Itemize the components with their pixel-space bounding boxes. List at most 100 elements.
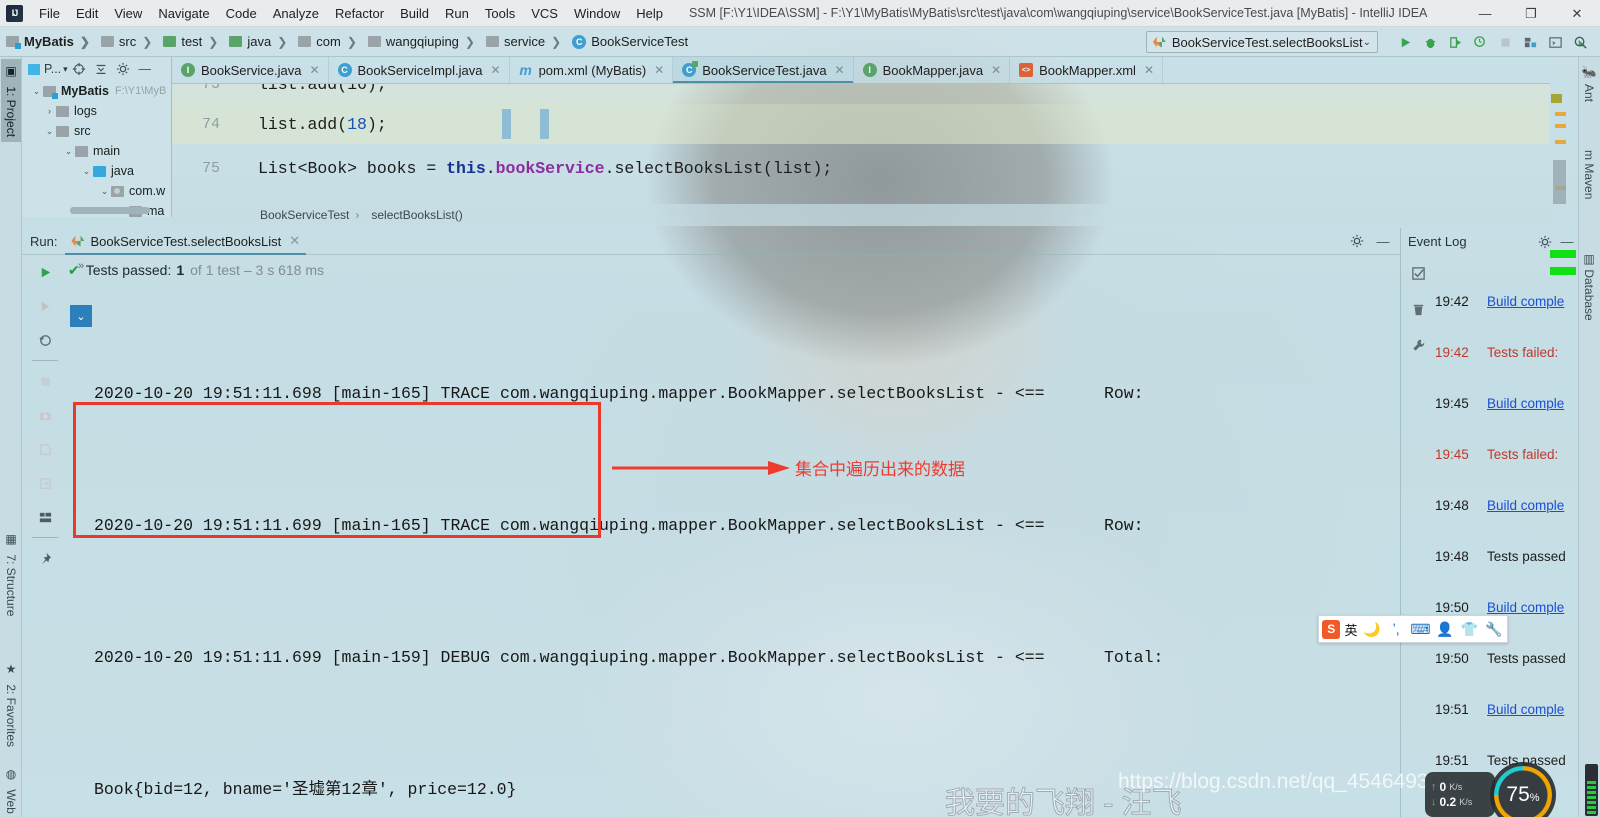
keyboard-icon[interactable]: ⌨ [1410,619,1430,640]
minimize-button[interactable]: — [1462,0,1508,27]
event-log-list[interactable]: 19:30 Tests failed: 19:42 Build comple 1… [1435,255,1578,817]
event-message[interactable]: Build comple [1487,396,1564,411]
tree-node-mybatis[interactable]: ⌄ MyBatis F:\Y1\MyB [22,81,171,101]
stop-button[interactable] [22,364,68,398]
toggle-auto-test-icon[interactable] [22,323,68,357]
tree-node-main[interactable]: ⌄ main [22,141,171,161]
close-icon[interactable]: ✕ [289,233,300,249]
expand-more-icon[interactable]: » [68,255,94,277]
event-log-row[interactable]: 19:42 Build comple [1435,276,1578,327]
event-log-row[interactable]: 19:45 Tests failed: [1435,429,1578,480]
tab-bookservicetest-java[interactable]: C BookServiceTest.java ✕ [673,57,854,83]
menu-build[interactable]: Build [392,3,437,24]
sogou-logo-icon[interactable]: S [1322,619,1341,639]
console-output[interactable]: 2020-10-20 19:51:11.698 [main-165] TRACE… [94,284,1396,817]
tab-pom-xml[interactable]: m pom.xml (MyBatis) ✕ [510,57,674,83]
tab-close-icon[interactable]: ✕ [654,63,664,77]
menu-navigate[interactable]: Navigate [150,3,217,24]
ime-mode-label[interactable]: 英 [1344,620,1357,639]
close-button[interactable]: ✕ [1554,0,1600,27]
stop-button[interactable] [1493,30,1517,54]
terminal-button[interactable] [1543,30,1567,54]
event-log-row[interactable]: 19:51 Build comple [1435,684,1578,735]
collapse-test-tree-button[interactable]: ⌄ [70,305,92,327]
profile-button[interactable] [1468,30,1492,54]
scroll-from-source-button[interactable] [68,58,90,80]
tree-node-com-w[interactable]: ⌄ com.w [22,181,171,201]
event-log-row[interactable]: 19:45 Build comple [1435,378,1578,429]
pin-icon[interactable] [22,541,68,575]
project-horizontal-scrollbar[interactable] [70,207,150,214]
collapse-all-button[interactable] [90,58,112,80]
event-log-row[interactable]: 19:48 Build comple [1435,480,1578,531]
tab-close-icon[interactable]: ✕ [491,63,501,77]
tab-bookservice-java[interactable]: I BookService.java ✕ [172,57,329,83]
tree-node-java[interactable]: ⌄ java [22,161,171,181]
sidebar-item-ant[interactable]: 🐜 Ant [1579,61,1599,107]
event-message[interactable]: Build comple [1487,498,1564,513]
chevron-down-icon[interactable]: ⌄ [98,186,111,197]
event-log-row[interactable]: 19:30 Tests failed: [1435,255,1578,276]
menu-view[interactable]: View [106,3,150,24]
export-icon[interactable] [22,432,68,466]
code-line-74[interactable]: 74 list.add(18); [172,104,1550,144]
ime-floating-toolbar[interactable]: S 英 🌙 ʼ, ⌨ 👤 👕 🔧 [1318,615,1508,643]
maximize-button[interactable]: ❐ [1508,0,1554,27]
event-log-row[interactable]: 19:48 Tests passed [1435,531,1578,582]
code-editor[interactable]: 73 list.add(16); 74 list.add(18); 75 Lis… [172,84,1550,204]
menu-tools[interactable]: Tools [477,3,523,24]
sidebar-item-structure[interactable]: ▦ 7: Structure [1,527,21,621]
menu-code[interactable]: Code [218,3,265,24]
sidebar-item-database[interactable]: ▥ Database [1579,247,1599,326]
run-tab-bookservicetest[interactable]: BookServiceTest.selectBooksList ✕ [65,228,306,255]
code-line-75[interactable]: 75 List<Book> books = this.bookService.s… [172,148,1550,188]
chevron-down-icon[interactable]: ⌄ [62,146,75,157]
tab-close-icon[interactable]: ✕ [835,63,845,77]
tab-close-icon[interactable]: ✕ [309,63,319,77]
sidebar-item-maven[interactable]: m Maven [1579,145,1599,204]
rerun-failed-tests-button[interactable] [22,289,68,323]
sidebar-item-web[interactable]: ◍ Web [1,762,21,817]
hide-run-window-button[interactable]: — [1372,230,1394,252]
run-with-coverage-button[interactable] [1443,30,1467,54]
breadcrumb-service[interactable]: service ❯ [480,34,566,49]
gear-icon[interactable] [1346,230,1368,252]
menu-vcs[interactable]: VCS [523,3,566,24]
run-button[interactable] [1393,30,1417,54]
event-message[interactable]: Build comple [1487,294,1564,309]
tree-node-src[interactable]: ⌄ src [22,121,171,141]
breadcrumb-wangqiuping[interactable]: wangqiuping ❯ [362,34,480,49]
comma-icon[interactable]: ʼ, [1386,619,1406,640]
network-speed-widget[interactable]: ↑ 0 K/s ↓ 0.2 K/s [1425,772,1495,817]
hide-panel-button[interactable]: — [134,58,156,80]
breadcrumb-bookservicetest[interactable]: C BookServiceTest [566,34,690,49]
screenshot-icon[interactable] [22,398,68,432]
rerun-button[interactable] [22,255,68,289]
tab-bookmapper-java[interactable]: I BookMapper.java ✕ [854,57,1011,83]
code-line-73[interactable]: 73 list.add(16); [172,84,1550,104]
user-icon[interactable]: 👤 [1435,619,1455,640]
breadcrumb-test[interactable]: test ❯ [157,34,223,49]
search-icon[interactable] [1568,30,1592,54]
tab-bookserviceimpl-java[interactable]: C BookServiceImpl.java ✕ [329,57,510,83]
chevron-right-icon[interactable]: › [43,106,56,116]
debug-button[interactable] [1418,30,1442,54]
tree-node-logs[interactable]: › logs [22,101,171,121]
chevron-down-icon[interactable]: ⌄ [30,86,43,97]
menu-run[interactable]: Run [437,3,477,24]
breadcrumb-class[interactable]: BookServiceTest [260,208,349,222]
chevron-down-icon[interactable]: ⌄ [80,166,93,177]
import-icon[interactable] [22,466,68,500]
menu-window[interactable]: Window [566,3,628,24]
breadcrumb-method[interactable]: selectBooksList() [371,208,462,222]
breadcrumb-src[interactable]: src ❯ [95,34,157,49]
project-structure-button[interactable] [1518,30,1542,54]
mark-all-read-icon[interactable] [1401,255,1435,291]
event-log-row[interactable]: 19:42 Tests failed: [1435,327,1578,378]
breadcrumb-com[interactable]: com ❯ [292,34,362,49]
gear-icon[interactable] [112,58,134,80]
sidebar-item-favorites[interactable]: ★ 2: Favorites [1,657,21,752]
tab-close-icon[interactable]: ✕ [1144,63,1154,77]
tab-close-icon[interactable]: ✕ [991,63,1001,77]
menu-edit[interactable]: Edit [68,3,106,24]
